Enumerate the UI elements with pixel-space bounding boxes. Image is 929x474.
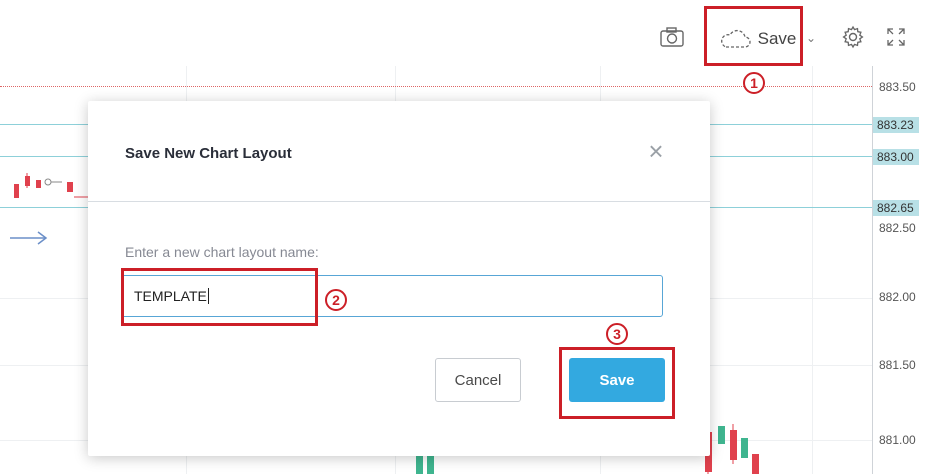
cancel-button[interactable]: Cancel xyxy=(435,358,521,402)
candles-left xyxy=(10,173,90,245)
gear-icon xyxy=(842,25,864,49)
annotation-marker-3: 3 xyxy=(606,323,628,345)
annotation-marker-1: 1 xyxy=(743,72,765,94)
candle xyxy=(752,454,759,474)
dialog-title: Save New Chart Layout xyxy=(125,145,292,162)
price-level-label: 882.65 xyxy=(873,200,919,216)
fullscreen-button[interactable] xyxy=(883,24,909,50)
grid-line xyxy=(812,66,813,474)
price-tick: 882.50 xyxy=(879,221,916,235)
annotation-box-3 xyxy=(559,347,675,419)
price-tick: 881.00 xyxy=(879,433,916,447)
price-tick: 882.00 xyxy=(879,290,916,304)
candle xyxy=(14,184,19,198)
price-axis[interactable]: 883.50 883.23 883.00 882.65 882.50 882.0… xyxy=(872,66,929,474)
annotation-box-2 xyxy=(121,268,318,326)
candle xyxy=(36,180,41,188)
price-level-label: 883.00 xyxy=(873,149,919,165)
layout-name-label: Enter a new chart layout name: xyxy=(125,244,319,260)
price-line-red xyxy=(0,86,872,87)
candle xyxy=(718,426,725,444)
price-tick: 881.50 xyxy=(879,358,916,372)
fullscreen-icon xyxy=(887,28,905,46)
doji-marker xyxy=(44,178,52,186)
save-options-caret[interactable]: ⌄ xyxy=(803,28,819,48)
camera-icon xyxy=(660,27,684,47)
screenshot-button[interactable] xyxy=(655,22,689,52)
candle xyxy=(427,456,434,474)
price-level-label: 883.23 xyxy=(873,117,919,133)
candle xyxy=(67,182,73,192)
chevron-down-icon: ⌄ xyxy=(805,31,817,45)
annotation-box-1 xyxy=(704,6,803,66)
settings-button[interactable] xyxy=(838,22,868,52)
candle xyxy=(416,456,423,474)
price-tick: 883.50 xyxy=(879,80,916,94)
annotation-marker-2: 2 xyxy=(325,289,347,311)
candle xyxy=(741,438,748,458)
close-icon[interactable]: × xyxy=(644,138,668,164)
dialog-divider xyxy=(88,201,710,202)
